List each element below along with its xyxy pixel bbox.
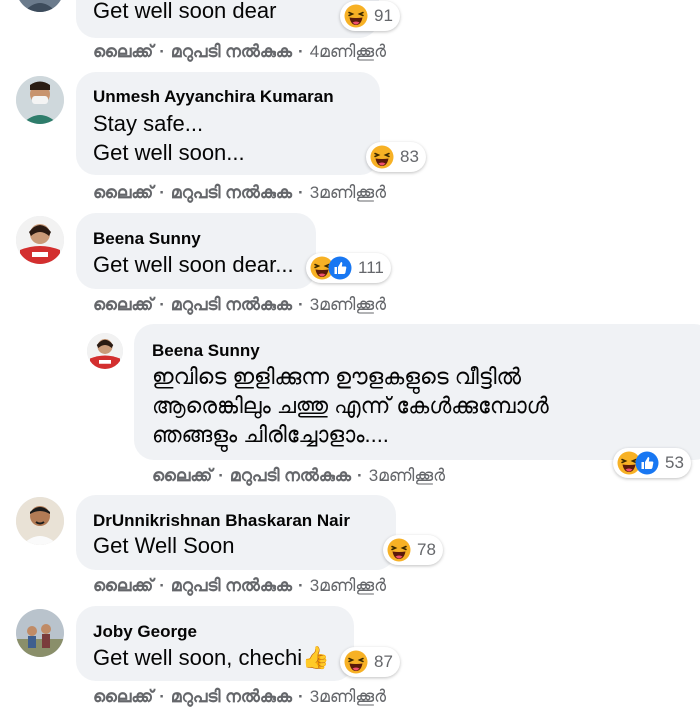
timestamp[interactable]: 4മണിക്കൂർ	[310, 42, 386, 61]
avatar[interactable]	[87, 333, 123, 369]
reaction-count: 87	[374, 652, 393, 671]
separator: ·	[159, 295, 165, 314]
comment-text: ഇവിടെ ഇളിക്കുന്ന ഊളകളുടെ വീട്ടിൽ	[152, 364, 521, 389]
reaction-count: 83	[400, 147, 419, 166]
comment-text: ആരെങ്കിലും ചത്തു എന്ന് കേൾക്കുമ്പോൾ	[152, 393, 549, 418]
avatar[interactable]	[16, 0, 64, 12]
reaction-summary[interactable]: 111	[306, 253, 391, 283]
timestamp[interactable]: 3മണിക്കൂർ	[369, 466, 445, 485]
like-link[interactable]: ലൈക്ക്	[93, 295, 153, 314]
like-link[interactable]: ലൈക്ക്	[152, 466, 212, 485]
separator: ·	[159, 183, 165, 202]
comment-actions: ലൈക്ക് · മറുപടി നൽകുക · 3മണിക്കൂർ	[93, 576, 386, 596]
separator: ·	[298, 42, 304, 61]
author-name[interactable]: Beena Sunny	[152, 341, 260, 361]
timestamp[interactable]: 3മണിക്കൂർ	[310, 295, 386, 314]
author-name[interactable]: Joby George	[93, 622, 197, 642]
like-link[interactable]: ലൈക്ക്	[93, 183, 153, 202]
timestamp[interactable]: 3മണിക്കൂർ	[310, 576, 386, 595]
comment-text: Get well soon dear...	[93, 252, 294, 277]
reply-link[interactable]: മറുപടി നൽകുക	[171, 576, 292, 595]
comment-text: Get well soon...	[93, 140, 245, 165]
comment-text: Get well soon dear	[93, 0, 277, 23]
reaction-count: 91	[374, 6, 393, 25]
like-link[interactable]: ലൈക്ക്	[93, 576, 153, 595]
comment-text: Stay safe...	[93, 111, 204, 136]
reply-link[interactable]: മറുപടി നൽകുക	[171, 295, 292, 314]
separator: ·	[159, 42, 165, 61]
like-icon	[328, 256, 352, 280]
reaction-summary[interactable]: 53	[613, 448, 691, 478]
avatar[interactable]	[16, 609, 64, 657]
comment-text: Get Well Soon	[93, 533, 235, 558]
reaction-summary[interactable]: 91	[340, 1, 400, 31]
author-name[interactable]: Beena Sunny	[93, 229, 201, 249]
reaction-summary[interactable]: 87	[340, 647, 400, 677]
comment-actions: ലൈക്ക് · മറുപടി നൽകുക · 4മണിക്കൂർ	[93, 42, 386, 62]
comment-actions: ലൈക്ക് · മറുപടി നൽകുക · 3മണിക്കൂർ	[152, 466, 445, 486]
separator: ·	[298, 183, 304, 202]
reply-link[interactable]: മറുപടി നൽകുക	[230, 466, 351, 485]
comment-actions: ലൈക്ക് · മറുപടി നൽകുക · 3മണിക്കൂർ	[93, 687, 386, 707]
comment-actions: ലൈക്ക് · മറുപടി നൽകുക · 3മണിക്കൂർ	[93, 183, 386, 203]
reaction-count: 111	[358, 258, 384, 277]
reaction-count: 53	[665, 453, 684, 472]
avatar[interactable]	[16, 497, 64, 545]
reaction-summary[interactable]: 83	[366, 142, 426, 172]
timestamp[interactable]: 3മണിക്കൂർ	[310, 687, 386, 706]
like-link[interactable]: ലൈക്ക്	[93, 687, 153, 706]
reaction-summary[interactable]: 78	[383, 535, 443, 565]
avatar[interactable]	[16, 76, 64, 124]
author-name[interactable]: Unmesh Ayyanchira Kumaran	[93, 87, 334, 107]
avatar[interactable]	[16, 216, 64, 264]
haha-icon	[370, 145, 394, 169]
separator: ·	[159, 687, 165, 706]
like-link[interactable]: ലൈക്ക്	[93, 42, 153, 61]
reply-link[interactable]: മറുപടി നൽകുക	[171, 42, 292, 61]
haha-icon	[344, 4, 368, 28]
separator: ·	[298, 687, 304, 706]
separator: ·	[159, 576, 165, 595]
reply-link[interactable]: മറുപടി നൽകുക	[171, 687, 292, 706]
separator: ·	[298, 576, 304, 595]
author-name[interactable]: DrUnnikrishnan Bhaskaran Nair	[93, 511, 350, 531]
separator: ·	[218, 466, 224, 485]
reaction-count: 78	[417, 540, 436, 559]
reply-link[interactable]: മറുപടി നൽകുക	[171, 183, 292, 202]
separator: ·	[357, 466, 363, 485]
haha-icon	[387, 538, 411, 562]
comment-text: ഞങ്ങളും ചിരിച്ചോളാം....	[152, 422, 389, 447]
timestamp[interactable]: 3മണിക്കൂർ	[310, 183, 386, 202]
comment-actions: ലൈക്ക് · മറുപടി നൽകുക · 3മണിക്കൂർ	[93, 295, 386, 315]
haha-icon	[344, 650, 368, 674]
comment-text: Get well soon, chechi👍	[93, 645, 330, 670]
like-icon	[635, 451, 659, 475]
separator: ·	[298, 295, 304, 314]
